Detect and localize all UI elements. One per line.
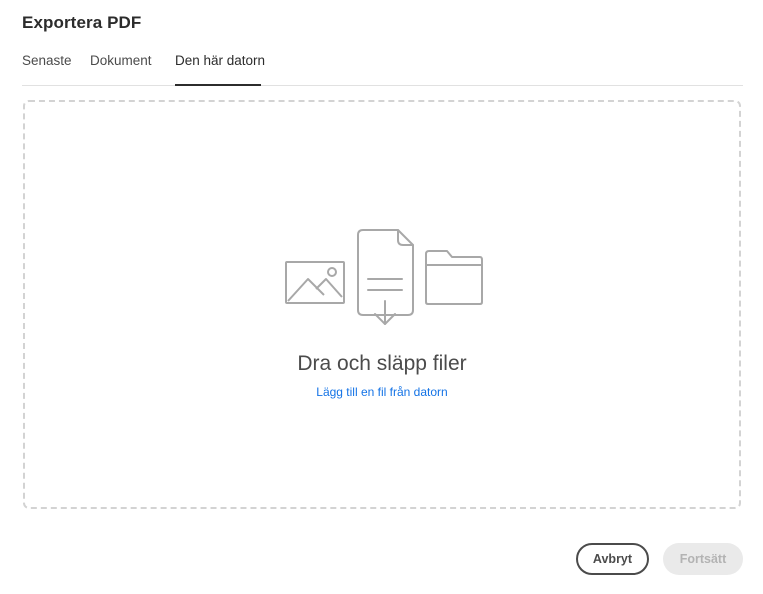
- dialog-title: Exportera PDF: [22, 13, 142, 32]
- tab-bar: Senaste Dokument Den här datorn: [22, 50, 743, 86]
- tab-documents[interactable]: Dokument: [90, 53, 152, 68]
- tab-this-computer[interactable]: Den här datorn: [175, 53, 265, 68]
- active-tab-indicator: [175, 84, 261, 86]
- export-pdf-dialog: Exportera PDF Senaste Dokument Den här d…: [0, 0, 763, 594]
- drop-illustration: [285, 229, 483, 325]
- document-download-icon: [357, 229, 414, 325]
- cancel-button[interactable]: Avbryt: [576, 543, 649, 575]
- continue-button[interactable]: Fortsätt: [663, 543, 743, 575]
- drop-zone-title: Dra och släpp filer: [297, 352, 467, 375]
- add-file-from-computer-link[interactable]: Lägg till en fil från datorn: [316, 385, 447, 399]
- image-icon: [285, 261, 345, 304]
- folder-icon: [425, 250, 483, 305]
- file-drop-zone[interactable]: Dra och släpp filer Lägg till en fil frå…: [23, 100, 741, 509]
- tab-recent[interactable]: Senaste: [22, 53, 72, 68]
